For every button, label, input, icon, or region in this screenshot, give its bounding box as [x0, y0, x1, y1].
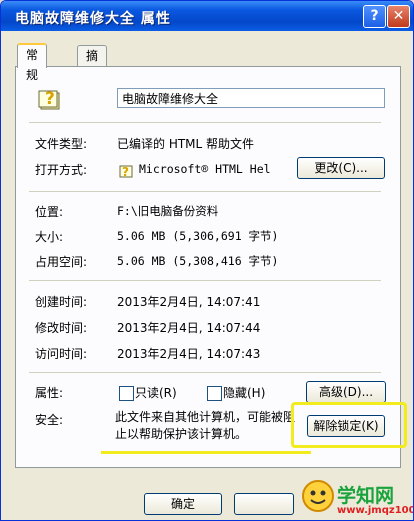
divider: [29, 191, 381, 192]
properties-window: 电脑故障维修大全 属性 ? ✕ 常规 摘要 ? 电脑故障维修大全 文件类型: 已…: [0, 0, 414, 521]
readonly-checkbox[interactable]: [119, 386, 134, 401]
html-help-app-icon: ?: [119, 165, 133, 179]
size-label: 大小:: [35, 230, 64, 244]
help-button[interactable]: ?: [363, 5, 386, 28]
advanced-button[interactable]: 高级(D)...: [306, 381, 386, 403]
type-label: 文件类型:: [35, 137, 88, 151]
highlight-underline: [101, 451, 311, 454]
modified-label: 修改时间:: [35, 321, 88, 335]
location-label: 位置:: [35, 205, 64, 219]
divider: [29, 122, 381, 123]
created-value: 2013年2月4日, 14:07:41: [117, 295, 261, 309]
title-bar[interactable]: 电脑故障维修大全 属性 ? ✕: [1, 1, 413, 31]
cancel-button-partial[interactable]: [234, 493, 294, 515]
help-file-icon: ?: [38, 89, 60, 110]
tab-summary[interactable]: 摘要: [77, 45, 108, 83]
accessed-label: 访问时间:: [35, 347, 88, 361]
hidden-label[interactable]: 隐藏(H): [223, 384, 265, 401]
watermark-url: www.jmqz1000.com: [337, 505, 413, 516]
window-title: 电脑故障维修大全 属性: [15, 11, 171, 27]
security-warning-text: 此文件来自其他计算机，可能被阻止以帮助保护该计算机。: [115, 410, 296, 441]
file-name-field[interactable]: 电脑故障维修大全: [117, 88, 385, 108]
hidden-checkbox[interactable]: [207, 386, 222, 401]
location-value: F:\旧电脑备份资料: [117, 204, 219, 218]
open-with-label: 打开方式:: [35, 163, 88, 177]
readonly-label[interactable]: 只读(R): [135, 384, 177, 401]
disk-size-label: 占用空间:: [35, 255, 88, 269]
ok-button[interactable]: 确定: [144, 493, 222, 515]
modified-value: 2013年2月4日, 14:07:44: [117, 321, 261, 335]
tab-general[interactable]: 常规: [17, 43, 48, 82]
divider: [29, 280, 381, 281]
watermark-logo-icon: [302, 480, 334, 512]
created-label: 创建时间:: [35, 295, 88, 309]
close-icon: ✕: [392, 8, 405, 24]
close-button[interactable]: ✕: [387, 5, 410, 28]
attributes-label: 属性:: [35, 386, 64, 400]
change-button[interactable]: 更改(C)...: [297, 157, 385, 179]
size-value: 5.06 MB (5,306,691 字节): [117, 229, 279, 243]
svg-text:?: ?: [122, 165, 129, 179]
watermark-name: 学知网: [337, 485, 395, 507]
accessed-value: 2013年2月4日, 14:07:43: [117, 347, 261, 361]
divider: [29, 372, 381, 373]
disk-size-value: 5.06 MB (5,308,416 字节): [117, 254, 279, 268]
open-with-value: Microsoft® HTML Hel: [139, 162, 271, 176]
type-value: 已编译的 HTML 帮助文件: [117, 137, 255, 151]
highlight-annotation: [291, 402, 407, 448]
site-watermark: 学知网 www.jmqz1000.com: [301, 479, 413, 520]
help-icon: ?: [370, 8, 379, 24]
security-label: 安全:: [35, 413, 64, 427]
svg-text:?: ?: [45, 89, 55, 109]
